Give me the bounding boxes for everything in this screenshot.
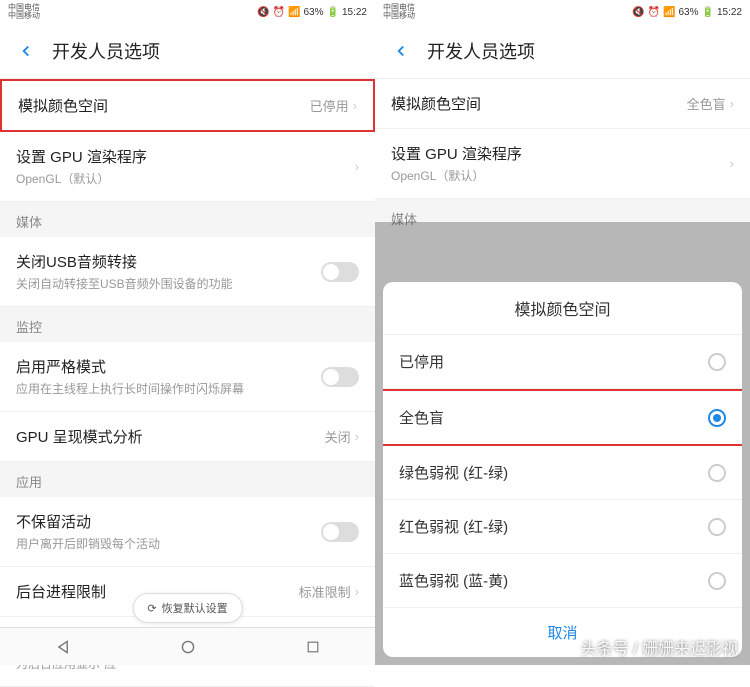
row-gpu-profile[interactable]: GPU 呈现模式分析 关闭› <box>0 412 375 462</box>
option-deuteranomaly[interactable]: 绿色弱视 (红-绿) <box>383 446 742 500</box>
back-button[interactable] <box>16 41 36 61</box>
radio-icon <box>708 572 726 590</box>
page-title: 开发人员选项 <box>427 38 535 64</box>
option-protanomaly[interactable]: 红色弱视 (红-绿) <box>383 500 742 554</box>
chevron-right-icon: › <box>730 96 734 111</box>
mute-icon: 🔇 <box>632 7 644 18</box>
row-gpu-renderer[interactable]: 设置 GPU 渲染程序OpenGL（默认） › <box>0 132 375 202</box>
option-monochromacy[interactable]: 全色盲 <box>383 389 742 446</box>
chevron-right-icon: › <box>355 429 359 444</box>
nav-recent[interactable] <box>304 638 322 656</box>
section-monitor: 监控 <box>0 307 375 342</box>
signal-icon: 📶 <box>288 7 300 18</box>
back-button[interactable] <box>391 41 411 61</box>
chevron-right-icon: › <box>730 156 734 171</box>
status-bar: 中国电信中国移动 🔇 ⏰ 📶 63% 🔋 15:22 <box>0 0 375 24</box>
row-color-space[interactable]: 模拟颜色空间 已停用› <box>0 79 375 132</box>
section-app: 应用 <box>0 462 375 497</box>
dialog-title: 模拟颜色空间 <box>383 282 742 335</box>
row-strict-mode[interactable]: 启用严格模式应用在主线程上执行长时间操作时闪烁屏幕 <box>0 342 375 412</box>
section-media: 媒体 <box>0 202 375 237</box>
option-disabled[interactable]: 已停用 <box>383 335 742 389</box>
screenshot-left: 中国电信中国移动 🔇 ⏰ 📶 63% 🔋 15:22 开发人员选项 模拟颜色空间… <box>0 0 375 665</box>
color-space-dialog: 模拟颜色空间 已停用 全色盲 绿色弱视 (红-绿) 红色弱视 (红-绿) 蓝色弱… <box>383 282 742 657</box>
app-bar: 开发人员选项 <box>375 24 750 79</box>
status-bar: 中国电信中国移动 🔇 ⏰ 📶 63% 🔋 15:22 <box>375 0 750 24</box>
mute-icon: 🔇 <box>257 7 269 18</box>
screenshot-right: 中国电信中国移动 🔇 ⏰ 📶 63% 🔋 15:22 开发人员选项 模拟颜色空间… <box>375 0 750 665</box>
toggle-no-keep[interactable] <box>321 522 359 542</box>
battery-icon: 🔋 <box>327 7 339 18</box>
radio-icon <box>708 464 726 482</box>
navigation-bar <box>0 627 375 665</box>
watermark: 头条号 / 姗姗来迟影视 <box>581 635 738 659</box>
row-usb-audio[interactable]: 关闭USB音频转接关闭自动转接至USB音频外围设备的功能 <box>0 237 375 307</box>
refresh-icon: ⟳ <box>147 602 156 615</box>
row-no-keep-activities[interactable]: 不保留活动用户离开后即销毁每个活动 <box>0 497 375 567</box>
option-tritanomaly[interactable]: 蓝色弱视 (蓝-黄) <box>383 554 742 608</box>
reset-defaults-button[interactable]: ⟳ 恢复默认设置 <box>132 593 242 623</box>
signal-icon: 📶 <box>663 7 675 18</box>
chevron-right-icon: › <box>355 584 359 599</box>
page-title: 开发人员选项 <box>52 38 160 64</box>
app-bar: 开发人员选项 <box>0 24 375 79</box>
toggle-strict-mode[interactable] <box>321 367 359 387</box>
nav-back[interactable] <box>54 638 72 656</box>
chevron-right-icon: › <box>355 159 359 174</box>
battery-icon: 🔋 <box>702 7 714 18</box>
row-gpu-renderer[interactable]: 设置 GPU 渲染程序OpenGL（默认） › <box>375 129 750 199</box>
row-color-space[interactable]: 模拟颜色空间 全色盲› <box>375 79 750 129</box>
alarm-icon: ⏰ <box>648 7 660 18</box>
alarm-icon: ⏰ <box>273 7 285 18</box>
nav-home[interactable] <box>179 638 197 656</box>
radio-selected-icon <box>708 409 726 427</box>
toggle-usb-audio[interactable] <box>321 262 359 282</box>
radio-icon <box>708 353 726 371</box>
chevron-right-icon: › <box>353 98 357 113</box>
radio-icon <box>708 518 726 536</box>
